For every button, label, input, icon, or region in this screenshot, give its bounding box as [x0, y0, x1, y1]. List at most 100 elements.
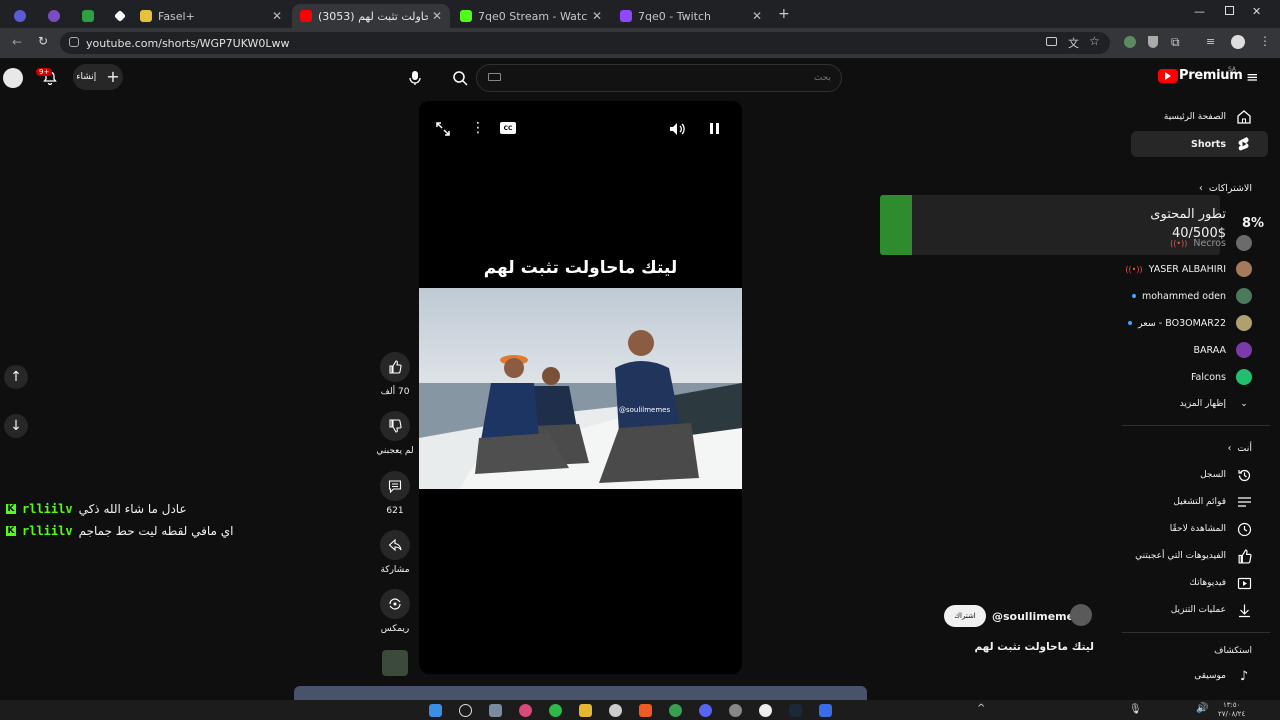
close-icon[interactable]: ✕	[752, 9, 762, 23]
remix-action[interactable]: ريمكس	[380, 589, 410, 634]
search-icon[interactable]	[459, 704, 472, 717]
share-action[interactable]: مشاركة	[380, 530, 410, 575]
sidebar-sub-item[interactable]: BO3OMAR22 - سعر	[1128, 312, 1252, 334]
close-icon[interactable]: ✕	[432, 9, 442, 23]
new-tab-icon[interactable]: +	[778, 6, 790, 22]
like-action[interactable]: 70 ألف	[380, 352, 410, 397]
discord-icon[interactable]	[699, 704, 712, 717]
sidebar-item-shorts[interactable]: Shorts	[1191, 133, 1252, 155]
channel-name: YASER ALBAHIRI	[1148, 263, 1226, 275]
app-icon[interactable]	[519, 704, 532, 717]
site-info-icon[interactable]	[69, 37, 79, 47]
menu-hamburger-icon[interactable]: ≡	[1246, 68, 1259, 86]
minimize-icon[interactable]: —	[1194, 5, 1205, 18]
thumbs-up-icon	[1236, 548, 1252, 564]
next-video-arrow-down-icon[interactable]: ↓	[4, 414, 28, 438]
screen-share-icon[interactable]	[1046, 37, 1057, 46]
file-explorer-icon[interactable]	[579, 704, 592, 717]
browser-tab[interactable]: 7qe0 Stream - Watch Live on Ki ✕	[452, 4, 610, 28]
voice-search-mic-icon[interactable]	[402, 64, 428, 92]
channel-avatar[interactable]	[1070, 604, 1092, 626]
sidebar-item-music[interactable]: ♪ موسيقى	[1194, 665, 1252, 687]
shield-icon[interactable]	[1148, 36, 1158, 48]
app-icon[interactable]	[759, 704, 772, 717]
search-button[interactable]	[440, 64, 480, 92]
extension-icon[interactable]	[1124, 36, 1136, 48]
close-icon[interactable]: ✕	[272, 9, 282, 23]
pause-icon[interactable]	[710, 123, 713, 134]
account-avatar[interactable]	[3, 68, 23, 88]
closed-captions-icon[interactable]: CC	[500, 122, 516, 134]
sidebar-sub-item[interactable]: BARAA	[1194, 339, 1252, 361]
sidebar-item-home[interactable]: الصفحة الرئيسية	[1164, 106, 1252, 128]
sidebar-item-history[interactable]: السجل	[1200, 464, 1252, 486]
more-vert-icon[interactable]: ⋮	[1259, 34, 1271, 48]
microphone-icon[interactable]: 🎙	[1129, 704, 1142, 715]
dislike-button[interactable]	[380, 411, 410, 441]
app-icon[interactable]	[819, 704, 832, 717]
create-button[interactable]: إنشاء +	[73, 64, 123, 90]
translate-icon[interactable]: 文	[1068, 35, 1079, 51]
sidebar-sub-item[interactable]: Falcons	[1191, 366, 1252, 388]
tray-chevron-up-icon[interactable]: ^	[977, 703, 985, 714]
show-more-button[interactable]: ⌄ إظهار المزيد	[1180, 393, 1252, 415]
sidebar-item-downloads[interactable]: عمليات التنزيل	[1171, 599, 1252, 621]
browser-tab-active[interactable]: ليتك ماحاولت تثبت لهم (3053) ✕	[292, 4, 450, 28]
remix-button[interactable]	[380, 589, 410, 619]
comments-button[interactable]	[380, 471, 410, 501]
bookmark-star-icon[interactable]: ☆	[1089, 34, 1100, 48]
reload-icon[interactable]: ↻	[38, 34, 48, 48]
clock[interactable]: ١٣:٥٠ ٢٧/٠٨/٢٤	[1218, 701, 1245, 719]
settings-gear-icon[interactable]	[489, 704, 502, 717]
app-icon[interactable]	[549, 704, 562, 717]
share-button[interactable]	[380, 530, 410, 560]
more-options-icon[interactable]: ⋮	[471, 120, 485, 136]
browser-tab[interactable]: 7qe0 - Twitch ✕	[612, 4, 770, 28]
maximize-icon[interactable]	[1225, 6, 1234, 15]
country-code: SA	[1228, 66, 1237, 73]
comments-action[interactable]: 621	[380, 471, 410, 516]
profile-avatar[interactable]	[1231, 35, 1245, 49]
you-header[interactable]: أنت ›	[1228, 437, 1252, 459]
browser-tab[interactable]	[6, 4, 38, 28]
volume-icon[interactable]	[668, 121, 686, 137]
media-list-icon[interactable]: ≡	[1206, 35, 1215, 48]
clock-date: ٢٧/٠٨/٢٤	[1218, 710, 1246, 718]
browser-tab[interactable]: Fasel+ ✕	[132, 4, 290, 28]
browser-tab[interactable]	[40, 4, 72, 28]
shorts-video-player[interactable]: ⋮ CC ليتك ماحاولت تثبت لهم @soulilmemes	[419, 101, 742, 674]
close-window-icon[interactable]: ✕	[1252, 5, 1261, 18]
sidebar-item-playlists[interactable]: قوائم التشغيل	[1173, 491, 1252, 513]
sidebar-item-your-videos[interactable]: فيديوهاتك	[1190, 572, 1252, 594]
channel-handle[interactable]: @soullimemes	[992, 610, 1081, 623]
like-button[interactable]	[380, 352, 410, 382]
back-icon[interactable]: ←	[12, 35, 22, 49]
sidebar-item-watch-later[interactable]: المشاهدة لاحقًا	[1170, 518, 1252, 540]
steam-icon[interactable]	[789, 704, 802, 717]
audio-track-thumbnail[interactable]	[382, 650, 408, 676]
dislike-action[interactable]: لم يعجبني	[376, 411, 414, 456]
speaker-icon[interactable]: 🔊	[1196, 703, 1208, 714]
app-icon[interactable]	[729, 704, 742, 717]
create-label: إنشاء	[76, 72, 97, 82]
brave-browser-icon[interactable]	[639, 704, 652, 717]
goal-percent: 8%	[1242, 216, 1265, 231]
puzzle-icon[interactable]: ⧉	[1171, 35, 1180, 50]
windows-start-icon[interactable]	[429, 704, 442, 717]
fullscreen-icon[interactable]	[435, 121, 451, 137]
previous-video-arrow-up-icon[interactable]: ↑	[4, 365, 28, 389]
subscriptions-title: الاشتراكات	[1208, 182, 1252, 194]
chrome-icon[interactable]	[669, 704, 682, 717]
sidebar-sub-item[interactable]: YASER ALBAHIRI ((•))	[1125, 258, 1252, 280]
sidebar-item-liked-videos[interactable]: الفيديوهات التي أعجبتني	[1135, 545, 1252, 567]
keyboard-icon[interactable]	[488, 73, 501, 81]
browser-tab[interactable]	[74, 4, 106, 28]
address-bar[interactable]: youtube.com/shorts/WGP7UKW0Lww	[60, 32, 1110, 54]
subscribe-button[interactable]: اشتراك	[944, 605, 986, 627]
app-icon[interactable]	[609, 704, 622, 717]
shorts-progress-bar[interactable]	[294, 686, 867, 700]
youtube-logo-icon[interactable]	[1158, 69, 1178, 83]
close-icon[interactable]: ✕	[592, 9, 602, 23]
search-input[interactable]	[476, 64, 842, 92]
sidebar-sub-item[interactable]: mohammed oden	[1131, 285, 1252, 307]
